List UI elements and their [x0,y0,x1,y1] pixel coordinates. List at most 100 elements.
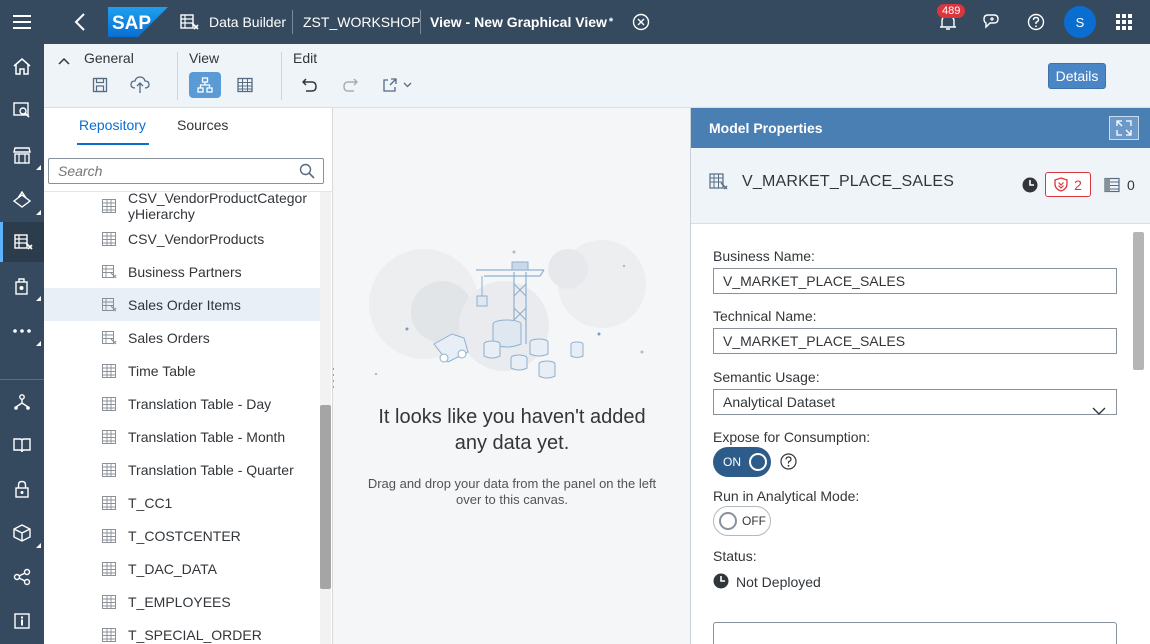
list-item-selected[interactable]: Sales Order Items [44,288,320,321]
transport-icon[interactable] [0,513,44,553]
sap-logo[interactable]: SAP [108,0,168,44]
app-name-breadcrumb[interactable]: Data Builder [209,0,286,44]
clipped-field[interactable] [713,622,1117,644]
validation-issues-button[interactable]: 2 [1045,172,1091,197]
undo-icon[interactable] [294,72,326,98]
marketplace-icon[interactable] [0,135,44,175]
export-menu-icon[interactable] [374,72,420,98]
more-icon[interactable] [0,311,44,351]
business-builder-icon[interactable] [0,266,44,306]
list-item-label: Sales Order Items [128,296,241,313]
deploy-icon[interactable] [124,72,156,98]
data-preview-icon[interactable] [229,72,261,98]
data-builder-breadcrumb-icon [180,0,200,44]
view-object-icon [709,172,729,195]
object-name: V_MARKET_PLACE_SALES [742,173,955,190]
list-item[interactable]: Translation Table - Day [44,387,320,420]
details-button[interactable]: Details [1048,63,1106,89]
home-icon[interactable] [0,46,44,86]
list-item[interactable]: Translation Table - Quarter [44,453,320,486]
list-item[interactable]: Translation Table - Month [44,420,320,453]
diagram-view-icon[interactable] [189,72,221,98]
business-name-label: Business Name: [713,248,815,264]
catalog-icon[interactable] [0,425,44,465]
empty-canvas-title: It looks like you haven't added any data … [378,406,646,454]
list-item-label: T_EMPLOYEES [128,593,231,610]
expose-consumption-label: Expose for Consumption: [713,429,871,445]
view-icon [102,297,117,312]
info-icon[interactable] [0,601,44,641]
close-tab-icon[interactable] [632,0,650,44]
graphical-view-canvas[interactable]: It looks like you haven't added any data … [334,108,690,644]
list-item[interactable]: T_CC1 [44,486,320,519]
list-item[interactable]: CSV_VendorProductCategor yHierarchy [44,192,320,224]
list-item[interactable]: Time Table [44,354,320,387]
active-tab-indicator [77,143,149,145]
collapse-toolbar-icon[interactable] [58,52,70,70]
save-icon[interactable] [84,72,116,98]
switch-state-text: ON [723,455,741,469]
side-navigation [0,0,44,644]
security-icon[interactable] [0,469,44,509]
back-icon[interactable] [74,0,86,44]
properties-form: Business Name: V_MARKET_PLACE_SALES Tech… [691,224,1150,644]
search-icon[interactable] [299,163,315,184]
list-item-label: Business Partners [128,263,242,280]
product-switch-icon[interactable] [1116,0,1132,44]
deployment-status-icon[interactable] [1022,177,1038,198]
table-icon [102,231,116,246]
list-item-label: Translation Table - Month [128,428,286,445]
tab-sources[interactable]: Sources [177,117,228,133]
list-scrollbar-thumb[interactable] [320,405,331,589]
list-item-label: Time Table [128,362,196,379]
editor-toolbar: General View Edit Details [44,44,1150,108]
table-icon [102,594,116,609]
list-item[interactable]: T_COSTCENTER [44,519,320,552]
user-avatar[interactable]: S [1064,6,1096,38]
semantic-usage-value: Analytical Dataset [723,394,836,410]
table-icon [102,561,116,576]
semantic-onboarding-icon[interactable] [0,180,44,220]
semantic-usage-select[interactable]: Analytical Dataset [713,389,1117,415]
table-icon [102,528,116,543]
data-integration-icon[interactable] [0,557,44,597]
list-item[interactable]: Sales Orders [44,321,320,354]
help-icon[interactable] [1027,0,1045,44]
switch-handle [719,512,737,530]
analytical-mode-switch[interactable]: OFF [713,506,771,536]
system-monitor-icon[interactable] [0,382,44,422]
list-item-label: T_COSTCENTER [128,527,241,544]
repository-list: CSV_VendorProductCategor yHierarchy CSV_V… [44,192,320,644]
properties-scrollbar[interactable] [1133,232,1144,370]
list-item-label: CSV_VendorProductCategor yHierarchy [128,192,307,222]
view-title: View - New Graphical View [430,14,607,30]
search-input[interactable] [49,159,289,183]
feedback-icon[interactable] [982,0,1002,44]
help-icon[interactable] [780,453,797,475]
toolbar-separator [177,52,178,100]
view-icon [102,264,117,279]
svg-text:SAP: SAP [112,13,151,34]
data-search-icon[interactable] [0,90,44,130]
list-item[interactable]: T_EMPLOYEES [44,585,320,618]
list-item-label: T_CC1 [128,494,173,511]
breadcrumb-separator [292,10,293,34]
menu-icon[interactable] [0,2,44,42]
business-name-field[interactable]: V_MARKET_PLACE_SALES [713,268,1117,294]
status-label: Status: [713,548,757,564]
tab-repository[interactable]: Repository [79,117,146,133]
list-item[interactable]: T_SPECIAL_ORDER [44,618,320,644]
list-item[interactable]: Business Partners [44,255,320,288]
status-clock-icon [713,573,729,594]
chevron-down-icon[interactable] [1092,398,1106,422]
expose-consumption-switch[interactable]: ON [713,447,771,477]
columns-count: 0 [1127,177,1135,193]
expand-panel-icon[interactable] [1109,116,1139,140]
list-item[interactable]: CSV_VendorProducts [44,222,320,255]
technical-name-field[interactable]: V_MARKET_PLACE_SALES [713,328,1117,354]
redo-icon[interactable] [334,72,366,98]
model-properties-panel: Model Properties V_MARKET_PLACE_SALES 2 … [690,108,1150,644]
list-item[interactable]: T_DAC_DATA [44,552,320,585]
space-breadcrumb[interactable]: ZST_WORKSHOP [303,0,420,44]
data-builder-icon[interactable] [0,222,44,262]
